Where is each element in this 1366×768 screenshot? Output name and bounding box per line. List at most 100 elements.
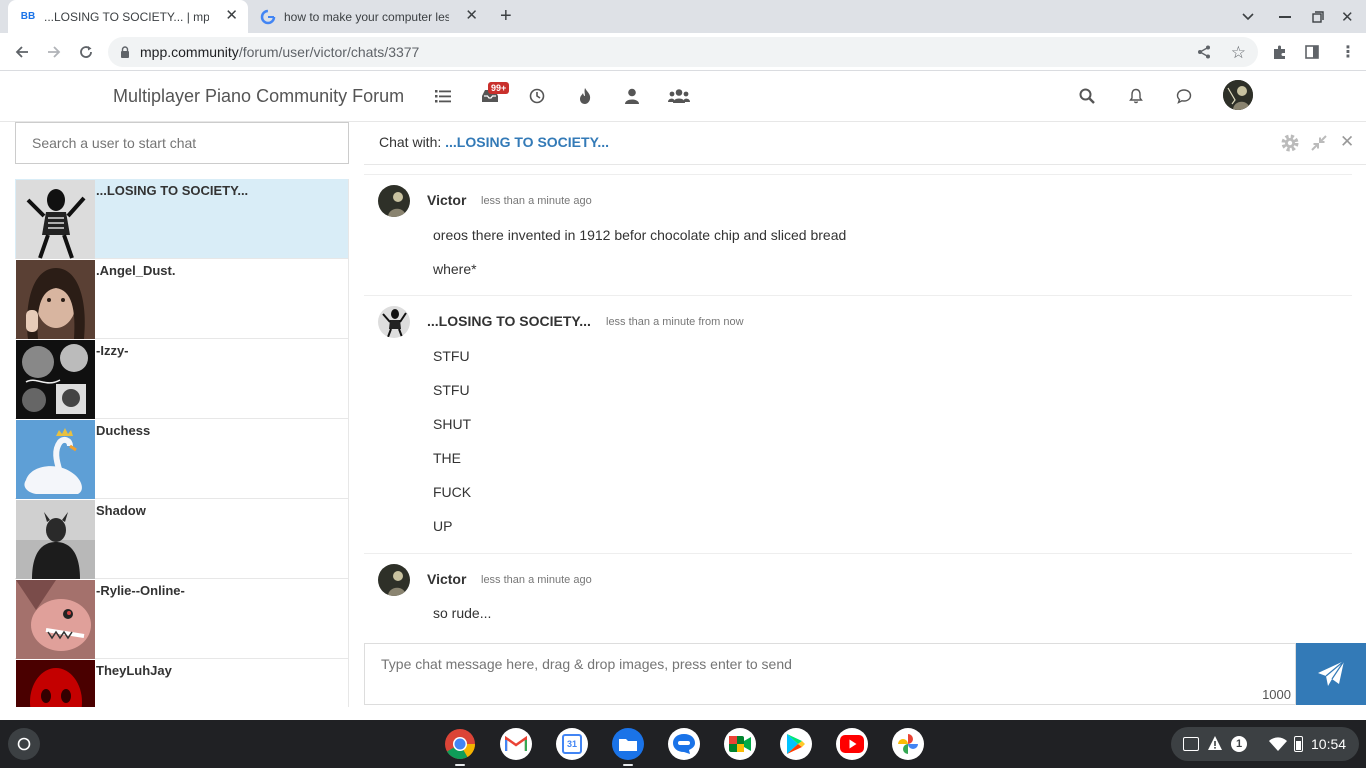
lock-icon [120, 46, 130, 58]
message-avatar[interactable] [378, 306, 410, 338]
message-author[interactable]: ...LOSING TO SOCIETY... [427, 313, 591, 329]
address-bar[interactable]: mpp.community/forum/user/victor/chats/33… [108, 37, 1258, 67]
message-group: Victor less than a minute ago oreos ther… [364, 175, 1352, 296]
recent-chat-item[interactable]: Shadow [15, 499, 348, 579]
close-tab-icon[interactable]: ✕ [465, 8, 478, 24]
calendar-icon[interactable]: 31 [556, 728, 588, 760]
message-text: THE [433, 450, 461, 466]
search-icon[interactable] [1076, 85, 1098, 107]
message-group: Victor less than a minute ago so rude... [364, 554, 1352, 634]
message-group: ...LOSING TO SOCIETY... less than a minu… [364, 296, 1352, 554]
chat-bubble-icon[interactable] [1173, 85, 1195, 107]
character-count: 1000 [1262, 687, 1291, 702]
chat-with-label: Chat with: [379, 134, 442, 150]
forward-icon[interactable] [43, 41, 65, 63]
side-panel-icon[interactable] [1301, 41, 1323, 63]
popular-icon[interactable] [574, 85, 596, 107]
recent-chat-username: Shadow [96, 503, 146, 518]
forum-header: Multiplayer Piano Community Forum 99+ [0, 71, 1366, 122]
recent-chat-item[interactable]: .Angel_Dust. [15, 259, 348, 339]
recent-chat-item[interactable]: -Izzy- [15, 339, 348, 419]
youtube-icon[interactable] [836, 728, 868, 760]
launcher-icon[interactable] [8, 728, 40, 760]
tab-search-icon[interactable] [1240, 8, 1256, 24]
close-window-icon[interactable]: ✕ [1341, 8, 1354, 26]
user-avatar [16, 500, 95, 579]
battery-icon [1294, 736, 1303, 752]
gmail-icon[interactable] [500, 728, 532, 760]
browser-toolbar: mpp.community/forum/user/victor/chats/33… [0, 33, 1366, 71]
browser-tab-strip: BB ...LOSING TO SOCIETY... | mpp.co ✕ ho… [0, 0, 1366, 33]
minimize-icon[interactable] [1279, 16, 1291, 18]
message-text: where* [433, 261, 477, 277]
message-avatar[interactable] [378, 564, 410, 596]
new-tab-icon[interactable]: + [500, 6, 512, 26]
back-icon[interactable] [11, 41, 33, 63]
message-timestamp: less than a minute ago [481, 574, 592, 586]
chrome-menu-icon[interactable]: ⋮ [1337, 41, 1359, 63]
forum-brand[interactable]: Multiplayer Piano Community Forum [113, 86, 404, 107]
user-avatar [16, 580, 95, 659]
close-tab-icon[interactable]: ✕ [225, 8, 238, 24]
recent-chat-item[interactable]: TheyLuhJay [15, 659, 348, 707]
recent-chats-list: ...LOSING TO SOCIETY... .Angel_Dust. -Iz… [15, 179, 349, 707]
status-tray[interactable]: 1 10:54 [1171, 727, 1359, 761]
paper-plane-icon [1316, 659, 1346, 689]
message-author[interactable]: Victor [427, 192, 466, 208]
user-avatar[interactable] [1223, 80, 1253, 110]
message-author[interactable]: Victor [427, 571, 466, 587]
play-store-icon[interactable] [780, 728, 812, 760]
message-text: STFU [433, 348, 470, 364]
chat-with-user-link[interactable]: ...LOSING TO SOCIETY... [445, 134, 609, 150]
chat-message-input[interactable] [365, 644, 1295, 704]
user-avatar [16, 260, 95, 339]
message-timestamp: less than a minute ago [481, 195, 592, 207]
gear-icon[interactable] [1280, 133, 1300, 153]
chat-header: Chat with: ...LOSING TO SOCIETY... ✕ [364, 122, 1366, 165]
user-search-input[interactable] [15, 122, 349, 164]
recent-chat-item[interactable]: ...LOSING TO SOCIETY... [15, 179, 348, 259]
notification-count-badge: 99+ [488, 82, 510, 94]
messages-icon[interactable] [668, 728, 700, 760]
extensions-icon[interactable] [1269, 41, 1291, 63]
groups-icon[interactable] [668, 85, 690, 107]
warning-icon [1207, 735, 1223, 751]
chrome-icon[interactable] [444, 728, 476, 760]
user-avatar [16, 180, 95, 259]
tab-title: ...LOSING TO SOCIETY... | mpp.co [44, 9, 209, 24]
recent-chat-item[interactable]: Duchess [15, 419, 348, 499]
message-avatar[interactable] [378, 185, 410, 217]
tab-inactive[interactable]: how to make your computer less ✕ [248, 0, 488, 33]
user-avatar [16, 660, 95, 707]
wifi-icon [1269, 737, 1287, 751]
restore-icon[interactable] [1312, 10, 1324, 23]
close-chat-icon[interactable]: ✕ [1340, 132, 1354, 152]
user-avatar [16, 420, 95, 499]
categories-icon[interactable] [432, 85, 454, 107]
message-text: oreos there invented in 1912 befor choco… [433, 227, 847, 243]
tab-active[interactable]: BB ...LOSING TO SOCIETY... | mpp.co ✕ [8, 0, 248, 33]
recent-chat-item[interactable]: -Rylie--Online- [15, 579, 348, 659]
reload-icon[interactable] [75, 41, 97, 63]
share-icon[interactable] [1196, 44, 1212, 60]
recent-chat-username: ...LOSING TO SOCIETY... [96, 183, 249, 198]
recent-chat-username: TheyLuhJay [96, 663, 172, 678]
users-icon[interactable] [621, 85, 643, 107]
files-icon[interactable] [612, 728, 644, 760]
minimize-chat-icon[interactable] [1310, 134, 1328, 152]
message-text: STFU [433, 382, 470, 398]
recent-icon[interactable] [526, 85, 548, 107]
bell-icon[interactable] [1125, 85, 1147, 107]
recent-chat-username: .Angel_Dust. [96, 263, 176, 278]
keyboard-icon [1183, 737, 1199, 751]
running-indicator [455, 764, 465, 766]
meet-icon[interactable] [724, 728, 756, 760]
photos-icon[interactable] [892, 728, 924, 760]
recent-chat-username: -Izzy- [96, 343, 129, 358]
running-indicator [623, 764, 633, 766]
bookmark-star-icon[interactable]: ☆ [1231, 43, 1246, 63]
send-button[interactable] [1296, 643, 1366, 705]
tab-title: how to make your computer less [284, 9, 449, 24]
os-shelf: 31 [0, 720, 1366, 768]
calendar-day: 31 [562, 734, 582, 754]
